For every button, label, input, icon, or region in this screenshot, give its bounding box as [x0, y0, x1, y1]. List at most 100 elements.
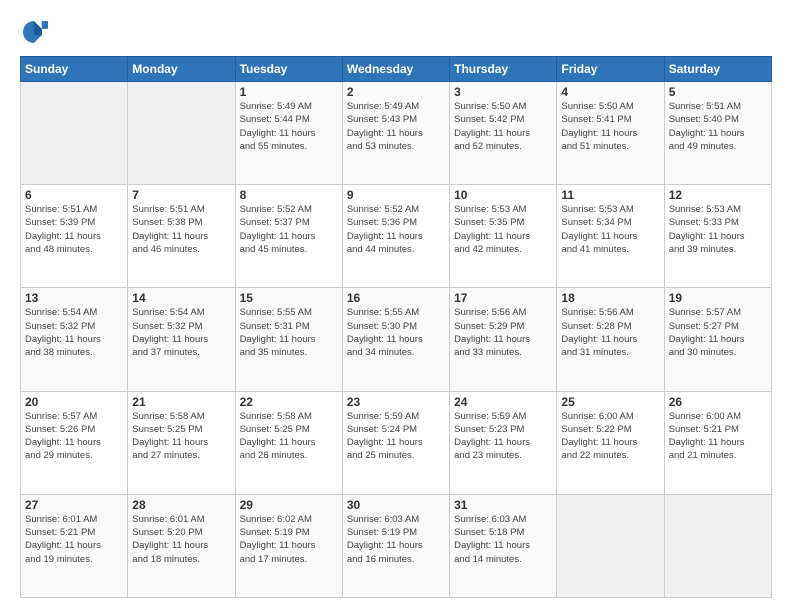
calendar-cell: 30Sunrise: 6:03 AM Sunset: 5:19 PM Dayli…	[342, 494, 449, 597]
day-info: Sunrise: 5:51 AM Sunset: 5:39 PM Dayligh…	[25, 203, 123, 256]
weekday-thursday: Thursday	[450, 57, 557, 82]
calendar-cell	[664, 494, 771, 597]
calendar-cell: 26Sunrise: 6:00 AM Sunset: 5:21 PM Dayli…	[664, 391, 771, 494]
day-number: 1	[240, 85, 338, 99]
day-info: Sunrise: 5:49 AM Sunset: 5:43 PM Dayligh…	[347, 100, 445, 153]
day-number: 10	[454, 188, 552, 202]
day-info: Sunrise: 6:01 AM Sunset: 5:21 PM Dayligh…	[25, 513, 123, 566]
calendar-cell: 5Sunrise: 5:51 AM Sunset: 5:40 PM Daylig…	[664, 82, 771, 185]
day-number: 12	[669, 188, 767, 202]
day-number: 17	[454, 291, 552, 305]
day-number: 13	[25, 291, 123, 305]
day-number: 14	[132, 291, 230, 305]
day-info: Sunrise: 5:50 AM Sunset: 5:42 PM Dayligh…	[454, 100, 552, 153]
day-number: 19	[669, 291, 767, 305]
day-number: 20	[25, 395, 123, 409]
weekday-header-row: SundayMondayTuesdayWednesdayThursdayFrid…	[21, 57, 772, 82]
calendar-cell: 19Sunrise: 5:57 AM Sunset: 5:27 PM Dayli…	[664, 288, 771, 391]
day-number: 7	[132, 188, 230, 202]
week-row-4: 20Sunrise: 5:57 AM Sunset: 5:26 PM Dayli…	[21, 391, 772, 494]
calendar-cell: 1Sunrise: 5:49 AM Sunset: 5:44 PM Daylig…	[235, 82, 342, 185]
day-info: Sunrise: 5:49 AM Sunset: 5:44 PM Dayligh…	[240, 100, 338, 153]
day-info: Sunrise: 5:58 AM Sunset: 5:25 PM Dayligh…	[132, 410, 230, 463]
calendar-cell: 14Sunrise: 5:54 AM Sunset: 5:32 PM Dayli…	[128, 288, 235, 391]
day-info: Sunrise: 5:56 AM Sunset: 5:29 PM Dayligh…	[454, 306, 552, 359]
calendar-cell: 22Sunrise: 5:58 AM Sunset: 5:25 PM Dayli…	[235, 391, 342, 494]
day-number: 18	[561, 291, 659, 305]
day-info: Sunrise: 6:03 AM Sunset: 5:18 PM Dayligh…	[454, 513, 552, 566]
calendar-cell: 7Sunrise: 5:51 AM Sunset: 5:38 PM Daylig…	[128, 185, 235, 288]
day-info: Sunrise: 5:50 AM Sunset: 5:41 PM Dayligh…	[561, 100, 659, 153]
day-info: Sunrise: 6:00 AM Sunset: 5:21 PM Dayligh…	[669, 410, 767, 463]
day-info: Sunrise: 5:57 AM Sunset: 5:27 PM Dayligh…	[669, 306, 767, 359]
calendar-cell: 17Sunrise: 5:56 AM Sunset: 5:29 PM Dayli…	[450, 288, 557, 391]
weekday-wednesday: Wednesday	[342, 57, 449, 82]
calendar-cell: 23Sunrise: 5:59 AM Sunset: 5:24 PM Dayli…	[342, 391, 449, 494]
day-number: 15	[240, 291, 338, 305]
calendar-cell: 3Sunrise: 5:50 AM Sunset: 5:42 PM Daylig…	[450, 82, 557, 185]
day-number: 4	[561, 85, 659, 99]
week-row-1: 1Sunrise: 5:49 AM Sunset: 5:44 PM Daylig…	[21, 82, 772, 185]
calendar-cell: 9Sunrise: 5:52 AM Sunset: 5:36 PM Daylig…	[342, 185, 449, 288]
day-info: Sunrise: 5:59 AM Sunset: 5:24 PM Dayligh…	[347, 410, 445, 463]
day-info: Sunrise: 5:56 AM Sunset: 5:28 PM Dayligh…	[561, 306, 659, 359]
page: SundayMondayTuesdayWednesdayThursdayFrid…	[0, 0, 792, 612]
day-number: 23	[347, 395, 445, 409]
week-row-3: 13Sunrise: 5:54 AM Sunset: 5:32 PM Dayli…	[21, 288, 772, 391]
day-number: 16	[347, 291, 445, 305]
calendar-cell: 31Sunrise: 6:03 AM Sunset: 5:18 PM Dayli…	[450, 494, 557, 597]
day-info: Sunrise: 5:54 AM Sunset: 5:32 PM Dayligh…	[132, 306, 230, 359]
calendar-cell: 13Sunrise: 5:54 AM Sunset: 5:32 PM Dayli…	[21, 288, 128, 391]
day-info: Sunrise: 5:53 AM Sunset: 5:35 PM Dayligh…	[454, 203, 552, 256]
day-info: Sunrise: 6:03 AM Sunset: 5:19 PM Dayligh…	[347, 513, 445, 566]
day-number: 8	[240, 188, 338, 202]
day-info: Sunrise: 5:57 AM Sunset: 5:26 PM Dayligh…	[25, 410, 123, 463]
day-number: 27	[25, 498, 123, 512]
day-number: 24	[454, 395, 552, 409]
calendar-cell: 15Sunrise: 5:55 AM Sunset: 5:31 PM Dayli…	[235, 288, 342, 391]
day-info: Sunrise: 6:01 AM Sunset: 5:20 PM Dayligh…	[132, 513, 230, 566]
day-number: 6	[25, 188, 123, 202]
calendar-cell: 12Sunrise: 5:53 AM Sunset: 5:33 PM Dayli…	[664, 185, 771, 288]
day-number: 3	[454, 85, 552, 99]
logo-icon	[20, 18, 48, 46]
day-info: Sunrise: 6:00 AM Sunset: 5:22 PM Dayligh…	[561, 410, 659, 463]
day-number: 22	[240, 395, 338, 409]
calendar-cell: 11Sunrise: 5:53 AM Sunset: 5:34 PM Dayli…	[557, 185, 664, 288]
day-info: Sunrise: 5:55 AM Sunset: 5:30 PM Dayligh…	[347, 306, 445, 359]
week-row-2: 6Sunrise: 5:51 AM Sunset: 5:39 PM Daylig…	[21, 185, 772, 288]
day-info: Sunrise: 5:58 AM Sunset: 5:25 PM Dayligh…	[240, 410, 338, 463]
day-info: Sunrise: 5:52 AM Sunset: 5:37 PM Dayligh…	[240, 203, 338, 256]
day-number: 25	[561, 395, 659, 409]
calendar-cell: 6Sunrise: 5:51 AM Sunset: 5:39 PM Daylig…	[21, 185, 128, 288]
day-number: 26	[669, 395, 767, 409]
day-number: 30	[347, 498, 445, 512]
logo	[20, 18, 54, 46]
day-number: 29	[240, 498, 338, 512]
calendar-cell	[128, 82, 235, 185]
day-info: Sunrise: 6:02 AM Sunset: 5:19 PM Dayligh…	[240, 513, 338, 566]
day-info: Sunrise: 5:51 AM Sunset: 5:38 PM Dayligh…	[132, 203, 230, 256]
day-number: 28	[132, 498, 230, 512]
day-number: 31	[454, 498, 552, 512]
day-info: Sunrise: 5:59 AM Sunset: 5:23 PM Dayligh…	[454, 410, 552, 463]
calendar-cell: 29Sunrise: 6:02 AM Sunset: 5:19 PM Dayli…	[235, 494, 342, 597]
calendar-cell: 24Sunrise: 5:59 AM Sunset: 5:23 PM Dayli…	[450, 391, 557, 494]
day-info: Sunrise: 5:55 AM Sunset: 5:31 PM Dayligh…	[240, 306, 338, 359]
day-info: Sunrise: 5:53 AM Sunset: 5:33 PM Dayligh…	[669, 203, 767, 256]
calendar-cell	[557, 494, 664, 597]
day-number: 5	[669, 85, 767, 99]
calendar-cell: 28Sunrise: 6:01 AM Sunset: 5:20 PM Dayli…	[128, 494, 235, 597]
day-number: 11	[561, 188, 659, 202]
day-info: Sunrise: 5:53 AM Sunset: 5:34 PM Dayligh…	[561, 203, 659, 256]
calendar-table: SundayMondayTuesdayWednesdayThursdayFrid…	[20, 56, 772, 598]
weekday-friday: Friday	[557, 57, 664, 82]
day-number: 21	[132, 395, 230, 409]
calendar-cell: 8Sunrise: 5:52 AM Sunset: 5:37 PM Daylig…	[235, 185, 342, 288]
calendar-cell	[21, 82, 128, 185]
day-info: Sunrise: 5:51 AM Sunset: 5:40 PM Dayligh…	[669, 100, 767, 153]
day-info: Sunrise: 5:54 AM Sunset: 5:32 PM Dayligh…	[25, 306, 123, 359]
weekday-tuesday: Tuesday	[235, 57, 342, 82]
calendar-cell: 27Sunrise: 6:01 AM Sunset: 5:21 PM Dayli…	[21, 494, 128, 597]
day-info: Sunrise: 5:52 AM Sunset: 5:36 PM Dayligh…	[347, 203, 445, 256]
